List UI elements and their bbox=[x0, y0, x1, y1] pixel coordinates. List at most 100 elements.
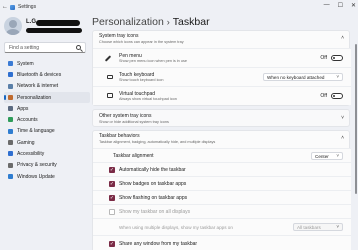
breadcrumb-personalization[interactable]: Personalization bbox=[92, 16, 164, 28]
other-tray-title: Other system tray icons bbox=[99, 113, 152, 119]
sidebar-item-privacy-security[interactable]: Privacy & security bbox=[4, 160, 90, 171]
system-tray-subtitle: Choose which icons can appear in the sys… bbox=[99, 40, 184, 44]
sidebar-item-gaming[interactable]: Gaming bbox=[4, 137, 90, 148]
shield-icon bbox=[8, 162, 13, 168]
window-controls: — ☐ ✕ bbox=[324, 2, 356, 9]
taskbar-alignment-label: Taskbar alignment bbox=[113, 153, 154, 159]
page-title: Personalization › Taskbar bbox=[92, 16, 210, 28]
sidebar-item-label: Accessibility bbox=[17, 151, 45, 158]
share-window-checkbox[interactable]: ✓ bbox=[109, 241, 115, 247]
windows-update-icon bbox=[8, 173, 13, 179]
sidebar-item-accounts[interactable]: Accounts bbox=[4, 114, 90, 125]
sidebar-item-label: Windows Update bbox=[17, 173, 55, 180]
sidebar-item-personalization[interactable]: Personalization bbox=[4, 91, 90, 104]
all-displays-label: Show my taskbar on all displays bbox=[119, 209, 191, 215]
badges-checkbox[interactable]: ✓ bbox=[109, 181, 115, 187]
other-system-tray-icons-section[interactable]: Other system tray icons Show or hide add… bbox=[92, 109, 350, 127]
taskbar-behaviors-section: Taskbar behaviors Taskbar alignment, bad… bbox=[92, 130, 351, 250]
keyboard-icon bbox=[107, 75, 113, 79]
sidebar-item-label: Apps bbox=[17, 105, 29, 112]
bluetooth-icon bbox=[8, 72, 13, 78]
auto-hide-label: Automatically hide the taskbar bbox=[119, 167, 186, 173]
other-tray-subtitle: Show or hide additional system tray icon… bbox=[99, 120, 169, 124]
apps-icon bbox=[8, 106, 13, 112]
taskbar-alignment-value: Center bbox=[315, 153, 329, 159]
taskbar-behaviors-subtitle: Taskbar alignment, badging, automaticall… bbox=[99, 140, 216, 144]
touchpad-icon bbox=[107, 93, 113, 98]
chevron-down-icon[interactable]: ˅ bbox=[341, 115, 344, 121]
sidebar-item-apps[interactable]: Apps bbox=[4, 103, 90, 114]
touch-keyboard-value: When no keyboard attached bbox=[267, 74, 325, 80]
user-name: L.G bbox=[26, 19, 36, 25]
auto-hide-checkbox[interactable]: ✓ bbox=[109, 167, 115, 173]
sidebar-item-label: Accounts bbox=[17, 117, 38, 124]
sidebar-item-label: Network & internet bbox=[17, 83, 59, 90]
chevron-down-icon: ˅ bbox=[336, 224, 339, 229]
system-tray-header[interactable]: System tray icons Choose which icons can… bbox=[93, 31, 349, 47]
touch-keyboard-row: Touch keyboard Show touch keyboard icon … bbox=[93, 67, 351, 86]
all-displays-row: Show my taskbar on all displays bbox=[93, 204, 351, 218]
flashing-row[interactable]: ✓ Show flashing on taskbar apps bbox=[93, 190, 351, 204]
flashing-checkbox[interactable]: ✓ bbox=[109, 195, 115, 201]
all-displays-checkbox[interactable] bbox=[109, 209, 115, 215]
system-tray-icons-section: System tray icons Choose which icons can… bbox=[92, 30, 351, 106]
chevron-up-icon[interactable]: ˄ bbox=[341, 35, 344, 41]
sidebar-item-network-internet[interactable]: Network & internet bbox=[4, 81, 90, 92]
touch-keyboard-dropdown[interactable]: When no keyboard attached ˅ bbox=[263, 73, 343, 81]
sidebar-item-bluetooth-devices[interactable]: Bluetooth & devices bbox=[4, 69, 90, 80]
taskbar-behaviors-header[interactable]: Taskbar behaviors Taskbar alignment, bad… bbox=[93, 131, 349, 147]
sidebar-item-windows-update[interactable]: Windows Update bbox=[4, 171, 90, 182]
search-input[interactable]: Find a setting bbox=[4, 42, 86, 53]
search-icon[interactable] bbox=[76, 45, 81, 50]
sidebar-item-label: Bluetooth & devices bbox=[17, 71, 62, 78]
badges-label: Show badges on taskbar apps bbox=[119, 181, 187, 187]
system-tray-title: System tray icons bbox=[99, 33, 139, 39]
virtual-touchpad-toggle-group: Off bbox=[320, 93, 343, 99]
multiple-displays-dropdown[interactable]: All taskbars ˅ bbox=[293, 223, 343, 231]
taskbar-alignment-dropdown[interactable]: Center ˅ bbox=[311, 152, 343, 160]
virtual-touchpad-toggle[interactable] bbox=[331, 93, 343, 99]
sidebar-item-label: Gaming bbox=[17, 139, 35, 146]
auto-hide-row[interactable]: ✓ Automatically hide the taskbar bbox=[93, 162, 351, 176]
sidebar: L.G Find a setting System Bluetooth & dev… bbox=[0, 14, 92, 250]
touch-keyboard-subtitle: Show touch keyboard icon bbox=[119, 78, 164, 82]
sidebar-nav: System Bluetooth & devices Network & inter… bbox=[4, 58, 90, 182]
pen-menu-row: Pen menu Show pen menu icon when pen is … bbox=[93, 48, 351, 67]
taskbar-behaviors-title: Taskbar behaviors bbox=[99, 133, 140, 139]
share-window-row[interactable]: ✓ Share any window from my taskbar bbox=[93, 235, 351, 250]
badges-row[interactable]: ✓ Show badges on taskbar apps bbox=[93, 176, 351, 190]
page-title-taskbar: Taskbar bbox=[172, 16, 210, 28]
redacted-email-bar bbox=[26, 28, 82, 33]
search-placeholder: Find a setting bbox=[9, 44, 40, 51]
chevron-up-icon[interactable]: ˄ bbox=[341, 135, 344, 141]
sidebar-item-time-language[interactable]: Time & language bbox=[4, 126, 90, 137]
pen-icon bbox=[104, 55, 112, 62]
sidebar-item-label: Privacy & security bbox=[17, 162, 57, 169]
maximize-icon[interactable]: ☐ bbox=[338, 2, 343, 9]
sidebar-item-accessibility[interactable]: Accessibility bbox=[4, 148, 90, 159]
system-icon bbox=[8, 61, 13, 66]
close-icon[interactable]: ✕ bbox=[351, 2, 356, 9]
chevron-down-icon: ˅ bbox=[336, 74, 339, 79]
virtual-touchpad-state: Off bbox=[320, 93, 327, 99]
chevron-down-icon: ˅ bbox=[336, 153, 339, 158]
user-profile[interactable]: L.G bbox=[4, 16, 90, 38]
flashing-label: Show flashing on taskbar apps bbox=[119, 195, 188, 201]
accounts-icon bbox=[8, 117, 13, 123]
minimize-icon[interactable]: — bbox=[324, 2, 330, 9]
pen-menu-subtitle: Show pen menu icon when pen is in use bbox=[119, 59, 187, 63]
scrollbar[interactable] bbox=[355, 44, 357, 194]
redacted-name-bar bbox=[36, 20, 80, 26]
pen-menu-toggle-group: Off bbox=[320, 55, 343, 61]
main-content: Personalization › Taskbar System tray icon… bbox=[92, 14, 358, 250]
back-arrow-icon[interactable]: ← bbox=[0, 4, 10, 10]
window-title: Settings bbox=[18, 4, 37, 10]
share-window-label: Share any window from my taskbar bbox=[119, 241, 198, 247]
accessibility-icon bbox=[8, 151, 13, 157]
pen-menu-toggle[interactable] bbox=[331, 55, 343, 61]
sidebar-item-label: Personalization bbox=[17, 94, 52, 101]
gaming-icon bbox=[8, 140, 13, 146]
sidebar-item-system[interactable]: System bbox=[4, 58, 90, 69]
multiple-displays-row: When using multiple displays, show my ta… bbox=[93, 218, 351, 235]
sidebar-item-label: System bbox=[17, 60, 34, 67]
